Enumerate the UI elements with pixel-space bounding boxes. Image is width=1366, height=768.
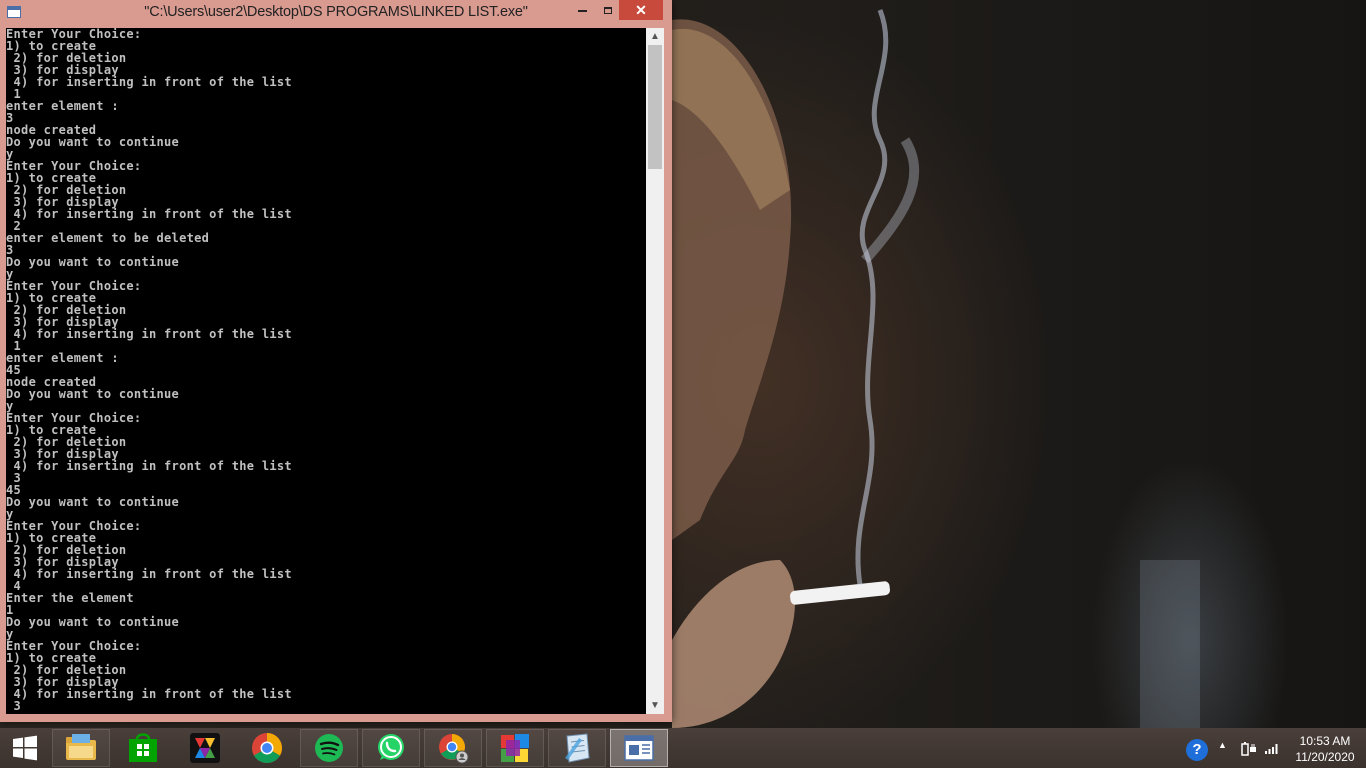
console-line: 4) for inserting in front of the list <box>6 207 292 221</box>
taskbar-item-tiles-app[interactable] <box>486 729 544 767</box>
console-line: Do you want to continue <box>6 255 180 269</box>
scrollbar-thumb[interactable] <box>648 45 662 169</box>
clock-date: 11/20/2020 <box>1295 750 1355 764</box>
taskbar-item-spotify[interactable] <box>300 729 358 767</box>
scroll-down-arrow-icon[interactable]: ▼ <box>646 697 664 714</box>
clock[interactable]: 10:53 AM 11/20/2020 <box>1290 733 1360 765</box>
minimize-icon <box>577 9 587 12</box>
taskbar-item-chrome-profile[interactable] <box>424 729 482 767</box>
console-line: enter element : <box>6 99 119 113</box>
power-icon[interactable] <box>1240 741 1258 757</box>
network-signal-icon[interactable] <box>1264 741 1280 755</box>
clock-time: 10:53 AM <box>1299 734 1351 748</box>
windows-store-icon <box>129 733 157 762</box>
start-button[interactable] <box>0 729 50 767</box>
console-line: 4) for inserting in front of the list <box>6 687 292 701</box>
chrome-icon <box>252 733 282 764</box>
console-line: 4) for inserting in front of the list <box>6 459 292 473</box>
console-line: enter element : <box>6 351 119 365</box>
maximize-icon <box>604 7 612 15</box>
spotify-icon <box>315 734 343 762</box>
tiles-app-icon <box>501 734 529 762</box>
show-hidden-icons-icon[interactable]: ▲ <box>1218 740 1227 750</box>
taskbar-item-console[interactable] <box>610 729 668 767</box>
console-line: enter element to be deleted <box>6 231 210 245</box>
notepad-app-icon <box>565 733 590 763</box>
maximize-button[interactable] <box>594 0 622 20</box>
console-text: Enter Your Choice: 1) to create 2) for d… <box>6 28 292 712</box>
console-line: 3 <box>6 699 22 713</box>
minimize-button[interactable] <box>568 0 596 20</box>
close-button[interactable]: ✕ <box>619 0 663 20</box>
vertical-scrollbar[interactable]: ▲ ▼ <box>646 28 664 714</box>
help-icon[interactable]: ? <box>1186 739 1208 761</box>
scroll-up-arrow-icon[interactable]: ▲ <box>646 28 664 45</box>
console-line: Do you want to continue <box>6 387 180 401</box>
windows-logo-icon <box>13 735 37 761</box>
taskbar <box>0 728 1366 768</box>
taskbar-item-chrome[interactable] <box>238 729 296 767</box>
chrome-profile-icon <box>439 734 469 764</box>
console-output[interactable]: Enter Your Choice: 1) to create 2) for d… <box>6 28 646 714</box>
console-line: Enter the element <box>6 591 134 605</box>
console-line: 4) for inserting in front of the list <box>6 567 292 581</box>
console-line: Do you want to continue <box>6 495 180 509</box>
console-line: 4) for inserting in front of the list <box>6 327 292 341</box>
taskbar-item-whatsapp[interactable] <box>362 729 420 767</box>
console-line: Do you want to continue <box>6 135 180 149</box>
whatsapp-icon <box>378 734 404 760</box>
file-explorer-icon <box>66 734 96 760</box>
console-window: "C:\Users\user2\Desktop\DS PROGRAMS\LINK… <box>0 0 672 722</box>
colorful-app-icon <box>190 733 220 763</box>
taskbar-item-store[interactable] <box>114 729 172 767</box>
close-icon: ✕ <box>635 2 647 18</box>
window-titlebar[interactable]: "C:\Users\user2\Desktop\DS PROGRAMS\LINK… <box>0 0 672 26</box>
taskbar-item-file-explorer[interactable] <box>52 729 110 767</box>
taskbar-item-notepad-app[interactable] <box>548 729 606 767</box>
taskbar-item-colorful-app[interactable] <box>176 729 234 767</box>
console-line: 4) for inserting in front of the list <box>6 75 292 89</box>
console-line: Do you want to continue <box>6 615 180 629</box>
console-app-icon <box>624 735 654 761</box>
